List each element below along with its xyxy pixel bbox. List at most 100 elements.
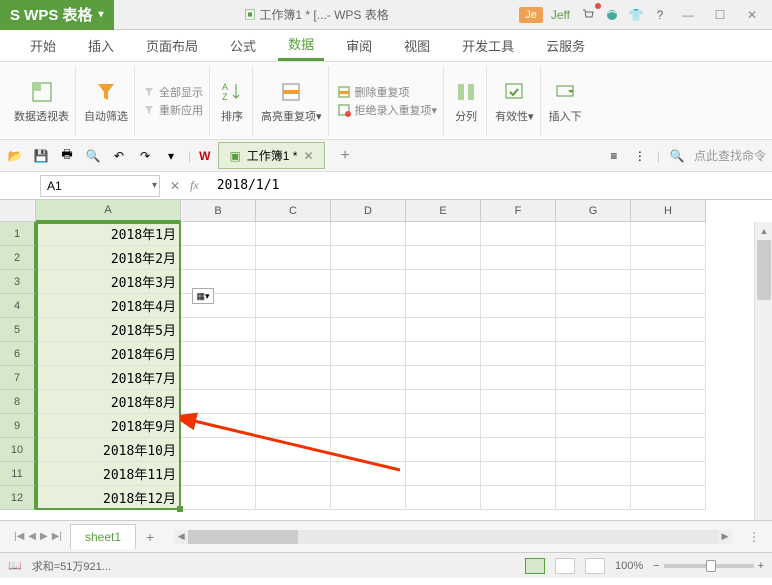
cell[interactable] — [631, 270, 706, 294]
cell[interactable] — [331, 342, 406, 366]
cell[interactable] — [481, 462, 556, 486]
undo-icon[interactable]: ↶ — [110, 147, 128, 165]
cell[interactable]: 2018年12月 — [36, 486, 181, 510]
cell[interactable] — [631, 222, 706, 246]
cell[interactable] — [181, 390, 256, 414]
user-badge[interactable]: Je — [519, 7, 543, 23]
row-header[interactable]: 11 — [0, 462, 36, 486]
cell[interactable] — [556, 462, 631, 486]
redo-icon[interactable]: ↷ — [136, 147, 154, 165]
row-header[interactable]: 8 — [0, 390, 36, 414]
cell[interactable] — [406, 366, 481, 390]
app-brand[interactable]: S WPS 表格 ▾ — [0, 0, 114, 30]
cell[interactable] — [556, 486, 631, 510]
menu-formula[interactable]: 公式 — [220, 30, 266, 61]
help-icon[interactable]: ? — [650, 5, 670, 25]
add-sheet-button[interactable]: + — [136, 529, 164, 545]
cell[interactable] — [256, 486, 331, 510]
cell[interactable] — [331, 294, 406, 318]
cell[interactable] — [481, 342, 556, 366]
last-sheet-icon[interactable]: ▶| — [52, 531, 62, 542]
cell[interactable] — [556, 366, 631, 390]
cell[interactable] — [406, 462, 481, 486]
cell[interactable] — [331, 486, 406, 510]
reject-dup-button[interactable]: 拒绝录入重复项▾ — [337, 102, 438, 118]
scroll-up-icon[interactable]: ▲ — [755, 222, 772, 240]
maximize-button[interactable]: ☐ — [706, 4, 734, 26]
menu-data[interactable]: 数据 — [278, 28, 324, 61]
next-sheet-icon[interactable]: ▶ — [40, 531, 48, 542]
col-header-E[interactable]: E — [406, 200, 481, 222]
zoom-value[interactable]: 100% — [615, 560, 643, 572]
first-sheet-icon[interactable]: |◀ — [14, 531, 24, 542]
cell[interactable] — [481, 414, 556, 438]
cell[interactable] — [406, 222, 481, 246]
scroll-right-icon[interactable]: ▶ — [718, 531, 732, 542]
row-header[interactable]: 3 — [0, 270, 36, 294]
add-tab-button[interactable]: + — [333, 147, 358, 165]
cell[interactable] — [631, 342, 706, 366]
cell[interactable] — [181, 342, 256, 366]
preview-icon[interactable]: 🔍 — [84, 147, 102, 165]
cell[interactable] — [256, 438, 331, 462]
cell[interactable] — [406, 486, 481, 510]
cell[interactable] — [331, 222, 406, 246]
scroll-left-icon[interactable]: ◀ — [174, 531, 188, 542]
cell[interactable]: 2018年2月 — [36, 246, 181, 270]
cell[interactable] — [406, 318, 481, 342]
cell[interactable] — [331, 366, 406, 390]
row-header[interactable]: 5 — [0, 318, 36, 342]
cell[interactable] — [256, 462, 331, 486]
zoom-in-icon[interactable]: + — [758, 560, 764, 572]
ribbon-pivot[interactable]: 数据透视表 — [8, 66, 76, 136]
reapply-button[interactable]: 重新应用 — [143, 102, 203, 118]
row-header[interactable]: 1 — [0, 222, 36, 246]
document-tab[interactable]: ▣ 工作簿1 * ✕ — [218, 142, 324, 169]
list-icon[interactable]: ≡ — [605, 147, 623, 165]
cell[interactable] — [481, 366, 556, 390]
cell[interactable] — [181, 246, 256, 270]
cell[interactable] — [181, 438, 256, 462]
row-header[interactable]: 4 — [0, 294, 36, 318]
col-header-F[interactable]: F — [481, 200, 556, 222]
print-icon[interactable]: 🖶 — [58, 147, 76, 165]
cell[interactable] — [331, 318, 406, 342]
vertical-scrollbar[interactable]: ▲ — [754, 222, 772, 520]
cell[interactable] — [406, 438, 481, 462]
cell[interactable] — [256, 414, 331, 438]
cell[interactable] — [331, 438, 406, 462]
cell[interactable]: 2018年3月 — [36, 270, 181, 294]
cell[interactable]: 2018年5月 — [36, 318, 181, 342]
row-header[interactable]: 9 — [0, 414, 36, 438]
view-page-button[interactable] — [555, 558, 575, 574]
cell[interactable] — [631, 438, 706, 462]
cell[interactable] — [331, 390, 406, 414]
cell[interactable] — [631, 318, 706, 342]
ribbon-insert-dd[interactable]: 插入下 — [543, 66, 588, 136]
select-all-corner[interactable] — [0, 200, 36, 222]
cell[interactable] — [256, 318, 331, 342]
cell[interactable] — [481, 318, 556, 342]
cell[interactable] — [481, 294, 556, 318]
cell[interactable]: 2018年8月 — [36, 390, 181, 414]
search-icon[interactable]: 🔍 — [668, 147, 686, 165]
open-icon[interactable]: 📂 — [6, 147, 24, 165]
cell[interactable] — [181, 366, 256, 390]
col-header-C[interactable]: C — [256, 200, 331, 222]
cell[interactable] — [406, 342, 481, 366]
overflow-icon[interactable]: ⋮ — [631, 147, 649, 165]
cell[interactable] — [481, 438, 556, 462]
cell[interactable] — [331, 462, 406, 486]
cell[interactable] — [481, 270, 556, 294]
menu-devtools[interactable]: 开发工具 — [452, 30, 524, 61]
formula-input[interactable] — [209, 175, 772, 197]
cell[interactable]: 2018年4月 — [36, 294, 181, 318]
prev-sheet-icon[interactable]: ◀ — [28, 531, 36, 542]
ribbon-highlight-dup[interactable]: 高亮重复项▾ — [255, 66, 329, 136]
delete-dup-button[interactable]: 删除重复项 — [337, 84, 438, 100]
cell[interactable]: 2018年9月 — [36, 414, 181, 438]
cell[interactable] — [631, 246, 706, 270]
col-header-B[interactable]: B — [181, 200, 256, 222]
cell[interactable] — [631, 366, 706, 390]
zoom-thumb[interactable] — [706, 560, 716, 572]
